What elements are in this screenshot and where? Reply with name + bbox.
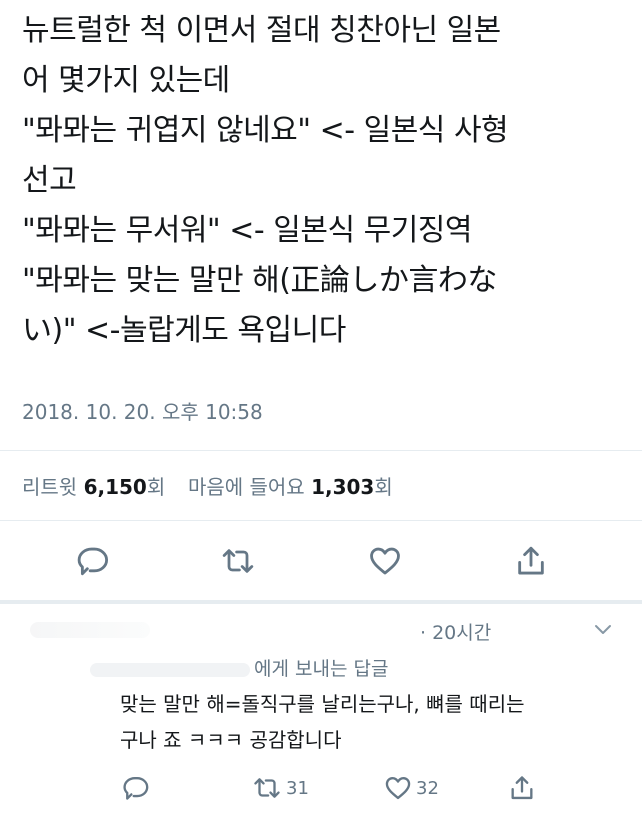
replying-to-user-redacted[interactable] — [90, 662, 250, 677]
tweet-timestamp[interactable]: 2018. 10. 20. 오후 10:58 — [22, 396, 263, 425]
share-icon — [511, 776, 533, 800]
retweets-stat[interactable]: 리트윗 6,150회 — [22, 475, 172, 499]
heart-icon — [385, 777, 411, 800]
reply-button[interactable] — [76, 544, 110, 578]
tweet-text-line: 뉴트럴한 척 이면서 절대 칭찬아닌 일본 — [22, 13, 501, 48]
tweet-body: 뉴트럴한 척 이면서 절대 칭찬아닌 일본 어 몇가지 있는데 "뫄뫄는 귀엽지… — [22, 6, 622, 356]
reply-reply-button[interactable] — [122, 774, 150, 802]
reply-text-line: 구나 죠 ㅋㅋㅋ 공감합니다 — [120, 728, 342, 752]
chevron-down-icon[interactable] — [593, 622, 613, 641]
tweet-text-line: 어 몇가지 있는데 — [22, 63, 230, 98]
tweet-text-line: "뫄뫄는 무서워" <- 일본식 무기징역 — [22, 213, 473, 248]
retweets-label: 리트윗 — [22, 475, 78, 499]
reply-like-count: 32 — [416, 777, 439, 799]
reply-retweet-button[interactable]: 31 — [252, 774, 309, 802]
reply-text-line: 맞는 말만 해=돌직구를 날리는구나, 뼈를 때리는 — [120, 692, 525, 716]
reply-share-button[interactable] — [508, 774, 536, 802]
likes-unit: 회 — [374, 475, 393, 499]
share-button[interactable] — [514, 544, 548, 578]
reply-time[interactable]: · 20시간 — [420, 618, 491, 645]
retweets-unit: 회 — [146, 475, 166, 499]
section-divider — [0, 600, 642, 604]
reply-action-bar: 31 32 — [0, 772, 642, 806]
replying-to-label: 에게 보내는 답글 — [254, 658, 389, 680]
retweets-count: 6,150 — [83, 475, 147, 499]
tweet-text-line: 선고 — [22, 163, 77, 198]
likes-label: 마음에 들어요 — [187, 475, 305, 499]
retweet-icon — [222, 549, 254, 573]
divider — [0, 450, 642, 451]
reply-author-redacted[interactable] — [30, 622, 150, 638]
tweet-text-line: "뫄뫄는 맞는 말만 해(正論しか言わな — [22, 263, 497, 298]
reply-icon — [77, 547, 109, 576]
tweet-text-line: い)" <-놀랍게도 욕입니다 — [22, 313, 346, 348]
divider — [0, 520, 642, 521]
share-icon — [518, 546, 544, 575]
likes-count: 1,303 — [311, 475, 375, 499]
likes-stat[interactable]: 마음에 들어요 1,303회 — [188, 475, 393, 499]
replying-to: 에게 보내는 답글 — [90, 654, 388, 681]
like-button[interactable] — [368, 544, 402, 578]
reply-icon — [123, 777, 149, 800]
tweet-text-line: "뫄뫄는 귀엽지 않네요" <- 일본식 사형 — [22, 113, 509, 148]
tweet-action-bar — [0, 542, 642, 586]
retweet-button[interactable] — [220, 544, 256, 578]
retweet-icon — [254, 778, 280, 798]
reply-retweet-count: 31 — [286, 777, 309, 799]
reply-body: 맞는 말만 해=돌직구를 날리는구나, 뼈를 때리는 구나 죠 ㅋㅋㅋ 공감합니… — [120, 686, 620, 758]
heart-icon — [370, 547, 400, 575]
reply-header: · 20시간 — [20, 616, 620, 644]
reply-like-button[interactable]: 32 — [384, 774, 439, 802]
tweet-stats: 리트윗 6,150회 마음에 들어요 1,303회 — [22, 471, 393, 500]
